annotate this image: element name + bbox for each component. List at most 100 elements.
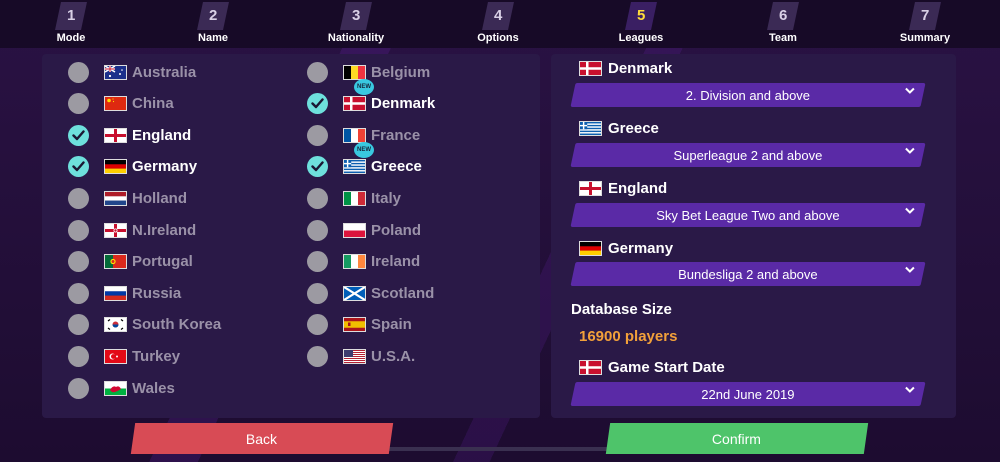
nation-checkbox[interactable] [307, 187, 328, 209]
nation-checkbox[interactable] [68, 156, 89, 178]
portugal-flag-icon [104, 254, 127, 270]
step-nationality[interactable]: 3 Nationality [311, 0, 401, 48]
denmark-flag-icon [579, 61, 602, 76]
wizard-steps: 1 Mode 2 Name 3 Nationality 4 Options 5 … [0, 0, 1000, 48]
nation-checkbox[interactable] [307, 93, 328, 115]
nation-option[interactable]: NEW Greece [307, 141, 422, 180]
dropdown-value: 2. Division and above [685, 87, 811, 103]
nation-option[interactable]: Italy [307, 185, 401, 211]
england-flag-icon [579, 181, 602, 196]
nation-name: Australia [132, 63, 197, 81]
nation-checkbox[interactable] [68, 93, 89, 115]
step-team[interactable]: 6 Team [738, 0, 828, 48]
ireland-flag-icon [343, 254, 366, 270]
progress-track [385, 447, 615, 451]
nation-checkbox[interactable] [307, 124, 328, 146]
nation-checkbox[interactable] [307, 345, 328, 367]
nation-option[interactable]: N.Ireland [68, 217, 196, 243]
nation-option[interactable]: Russia [68, 280, 181, 306]
step-options[interactable]: 4 Options [453, 0, 543, 48]
step-number: 2 [208, 7, 218, 24]
nation-option[interactable]: China [68, 91, 174, 117]
step-leagues[interactable]: 5 Leagues [596, 0, 686, 48]
new-badge: NEW [354, 78, 374, 95]
league-header-england: England [579, 180, 667, 197]
scotland-flag-icon [343, 285, 366, 301]
nation-option[interactable]: South Korea [68, 312, 221, 338]
league-header-greece: Greece [579, 120, 659, 137]
nation-checkbox[interactable] [307, 156, 328, 178]
step-label: Options [477, 32, 519, 44]
nation-name: Scotland [371, 284, 435, 302]
step-label: Mode [56, 32, 86, 44]
checkmark-icon [72, 129, 85, 140]
nation-checkbox[interactable] [68, 345, 89, 367]
nation-option[interactable]: Holland [68, 185, 187, 211]
denmark-flag-icon [579, 360, 602, 375]
nation-name: China [132, 95, 174, 113]
nation-checkbox[interactable] [307, 251, 328, 273]
nation-checkbox[interactable] [68, 251, 89, 273]
australia-flag-icon [104, 64, 127, 80]
nation-name: Russia [132, 284, 182, 302]
step-name[interactable]: 2 Name [168, 0, 258, 48]
holland-flag-icon [104, 190, 127, 206]
step-label: Nationality [327, 32, 385, 44]
usa-flag-icon [343, 348, 366, 364]
russia-flag-icon [104, 285, 127, 301]
checkmark-icon [72, 161, 85, 172]
nation-option[interactable]: Scotland [307, 280, 434, 306]
nation-checkbox[interactable] [68, 219, 89, 241]
nation-option[interactable]: Portugal [68, 249, 193, 275]
germany-flag-icon [579, 241, 602, 256]
nation-option[interactable]: U.S.A. [307, 343, 415, 369]
nation-option[interactable]: NEW Denmark [307, 78, 436, 117]
nation-checkbox[interactable] [307, 61, 328, 83]
nation-checkbox[interactable] [307, 282, 328, 304]
nation-option[interactable]: Germany [68, 154, 197, 180]
start-date-dropdown[interactable]: 22nd June 2019 [570, 382, 926, 406]
back-button-label: Back [246, 430, 278, 447]
germany-flag-icon [104, 159, 127, 175]
nation-option[interactable]: Wales [68, 375, 175, 401]
nation-checkbox[interactable] [68, 124, 89, 146]
france-flag-icon [343, 127, 366, 143]
game-start-date-header: Game Start Date [579, 359, 725, 376]
nation-option[interactable]: Turkey [68, 343, 180, 369]
database-size-title: Database Size [571, 301, 672, 318]
nation-checkbox[interactable] [307, 314, 328, 336]
step-number: 1 [66, 7, 76, 24]
nation-checkbox[interactable] [68, 282, 89, 304]
chevron-down-icon [905, 207, 915, 214]
nation-checkbox[interactable] [68, 377, 89, 399]
turkey-flag-icon [104, 348, 127, 364]
step-mode[interactable]: 1 Mode [26, 0, 116, 48]
nation-name: Wales [132, 379, 175, 397]
league-dropdown-denmark[interactable]: 2. Division and above [570, 83, 926, 107]
nation-option[interactable]: Poland [307, 217, 421, 243]
league-dropdown-greece[interactable]: Superleague 2 and above [570, 143, 926, 167]
nation-name: England [132, 126, 192, 144]
step-number: 3 [351, 7, 361, 24]
italy-flag-icon [343, 190, 366, 206]
nation-option[interactable]: Spain [307, 312, 412, 338]
wales-flag-icon [104, 380, 127, 396]
nation-checkbox[interactable] [68, 314, 89, 336]
confirm-button[interactable]: Confirm [605, 423, 869, 454]
back-button[interactable]: Back [130, 423, 394, 454]
league-dropdown-england[interactable]: Sky Bet League Two and above [570, 203, 926, 227]
nation-option[interactable]: Australia [68, 59, 196, 85]
nation-checkbox[interactable] [68, 187, 89, 209]
nation-checkbox[interactable] [68, 61, 89, 83]
nation-checkbox[interactable] [307, 219, 328, 241]
step-summary[interactable]: 7 Summary [880, 0, 970, 48]
nation-option[interactable]: England [68, 122, 191, 148]
league-dropdown-germany[interactable]: Bundesliga 2 and above [570, 262, 926, 286]
england-flag-icon [104, 127, 127, 143]
step-label: Leagues [618, 32, 664, 44]
northern-ireland-flag-icon [104, 222, 127, 238]
league-nation-label: Greece [608, 120, 659, 137]
checkmark-icon [311, 161, 324, 172]
nation-name: Denmark [371, 95, 436, 113]
nation-option[interactable]: Ireland [307, 249, 420, 275]
